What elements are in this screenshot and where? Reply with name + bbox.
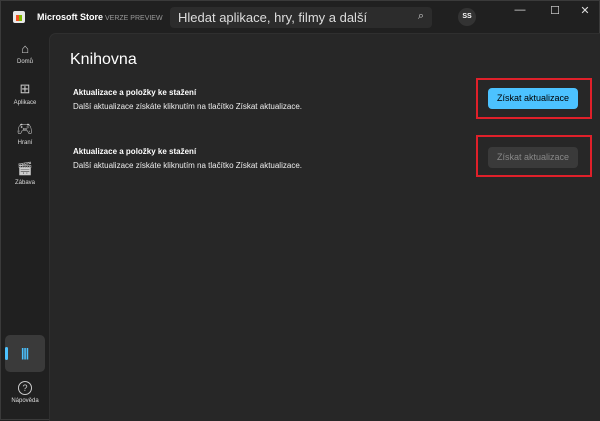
sidebar-item-label: Nápověda bbox=[11, 398, 39, 404]
get-updates-button[interactable]: Získat aktualizace bbox=[488, 88, 578, 109]
section-description: Další aktualizace získáte kliknutím na t… bbox=[73, 102, 302, 111]
library-page: Knihovna Aktualizace a položky ke stažen… bbox=[49, 33, 600, 421]
updates-section: Aktualizace a položky ke stažení Další ak… bbox=[73, 147, 302, 170]
clapperboard-icon: 🎬︎ bbox=[16, 161, 34, 176]
sidebar-item-label: Hraní bbox=[17, 140, 33, 146]
get-updates-button-disabled: Získat aktualizace bbox=[488, 147, 578, 168]
section-title: Aktualizace a položky ke stažení bbox=[73, 88, 197, 97]
gamepad-icon: 🎮︎ bbox=[16, 121, 34, 136]
app-title: Microsoft Store VERZE PREVIEW bbox=[37, 12, 163, 22]
sidebar-item-label: Zábava bbox=[14, 180, 35, 186]
sidebar-item-apps[interactable]: ⊞ Aplikace bbox=[1, 81, 49, 106]
home-icon: ⌂ bbox=[21, 41, 29, 56]
library-icon: ||| bbox=[21, 346, 29, 360]
sidebar: ⌂ Domů ⊞ Aplikace 🎮︎ Hraní 🎬︎ Zábava ||| ? Ná… bbox=[1, 33, 49, 421]
search-icon[interactable]: ⌕ bbox=[418, 10, 424, 23]
sidebar-item-home[interactable]: ⌂ Domů bbox=[1, 41, 49, 65]
sidebar-item-library[interactable]: ||| bbox=[5, 335, 45, 372]
minimize-button[interactable]: — bbox=[510, 4, 530, 16]
window: Microsoft Store VERZE PREVIEW Hledat apli… bbox=[0, 0, 600, 421]
search-input[interactable]: Hledat aplikace, hry, filmy a další ⌕ bbox=[170, 7, 432, 28]
app-name: Microsoft Store bbox=[37, 12, 104, 22]
updates-section: Aktualizace a položky ke stažení Další ak… bbox=[73, 88, 302, 111]
selected-indicator bbox=[5, 347, 8, 360]
store-logo-icon bbox=[13, 11, 25, 23]
sidebar-item-gaming[interactable]: 🎮︎ Hraní bbox=[1, 121, 49, 146]
preview-badge: VERZE PREVIEW bbox=[105, 15, 163, 22]
close-button[interactable]: ✕ bbox=[575, 4, 595, 17]
sidebar-item-entertainment[interactable]: 🎬︎ Zábava bbox=[1, 161, 49, 186]
sidebar-item-label: Domů bbox=[16, 59, 33, 65]
avatar[interactable]: SS bbox=[458, 8, 476, 26]
sidebar-item-help[interactable]: ? Nápověda bbox=[1, 381, 49, 404]
apps-icon: ⊞ bbox=[19, 81, 31, 96]
maximize-button[interactable]: ☐ bbox=[545, 4, 565, 17]
section-title: Aktualizace a položky ke stažení bbox=[73, 147, 197, 156]
page-title: Knihovna bbox=[70, 51, 137, 68]
titlebar: Microsoft Store VERZE PREVIEW Hledat apli… bbox=[1, 1, 600, 33]
section-description: Další aktualizace získáte kliknutím na t… bbox=[73, 161, 302, 170]
help-icon: ? bbox=[18, 381, 32, 395]
search-placeholder: Hledat aplikace, hry, filmy a další bbox=[178, 10, 368, 25]
sidebar-item-label: Aplikace bbox=[13, 100, 37, 106]
